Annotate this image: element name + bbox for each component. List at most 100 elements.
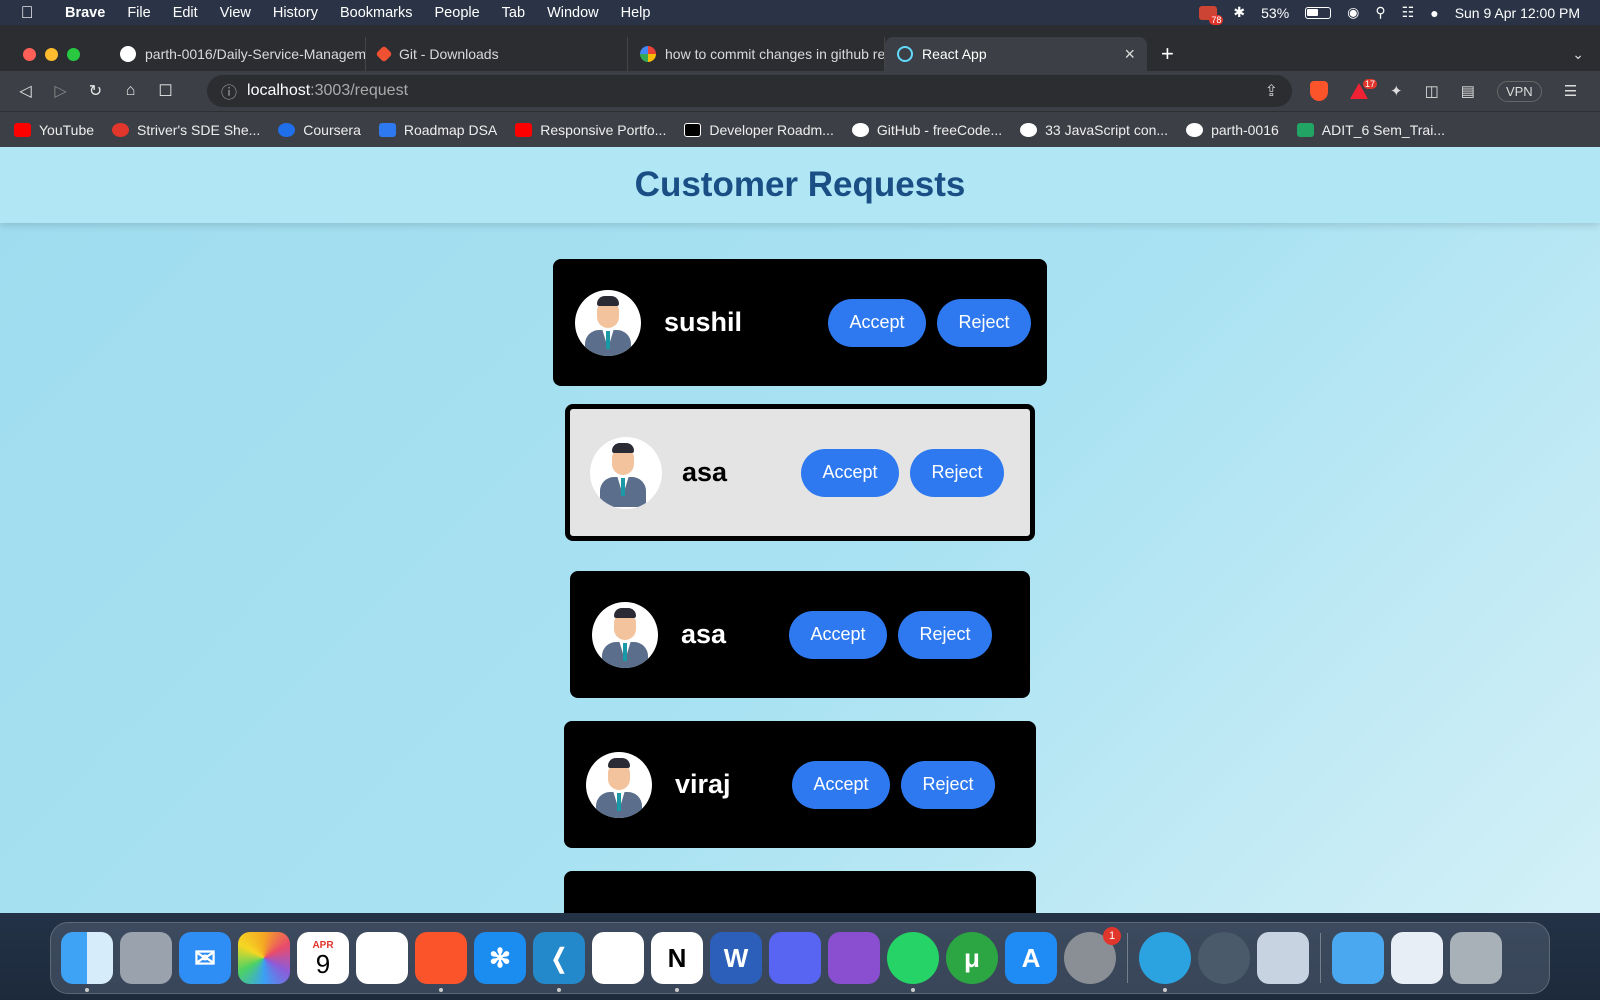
menu-window[interactable]: Window — [536, 5, 610, 21]
forward-button[interactable]: ▷ — [43, 81, 78, 101]
window-controls — [23, 47, 80, 61]
preview-icon[interactable] — [1257, 932, 1309, 984]
photos-icon[interactable] — [238, 932, 290, 984]
reject-button[interactable]: Reject — [937, 298, 1031, 347]
bookmark-responsive-portfolio[interactable]: Responsive Portfo... — [515, 122, 666, 138]
address-bar[interactable]: ⓘ localhost :3003/request ⇪ — [207, 75, 1292, 107]
request-card-highlighted: asa Accept Reject — [565, 404, 1035, 541]
git-icon — [375, 45, 393, 63]
whatsapp-icon[interactable] — [887, 932, 939, 992]
status-app-icon[interactable]: 78 — [1199, 5, 1224, 25]
apple-menu-icon[interactable]:  — [0, 3, 54, 23]
bookmark-developer-roadmap[interactable]: Developer Roadm... — [684, 122, 834, 138]
bookmark-label: YouTube — [39, 121, 95, 138]
mail-icon[interactable]: ✉ — [179, 932, 231, 984]
bluetooth-icon[interactable]: ✱ — [1233, 4, 1245, 21]
github-icon — [1020, 122, 1038, 137]
bookmark-page-button[interactable]: ☐ — [148, 81, 183, 101]
reload-button[interactable]: ↻ — [78, 81, 113, 101]
bookmark-striver[interactable]: Striver's SDE She... — [112, 122, 260, 138]
vpn-button[interactable]: VPN — [1496, 80, 1542, 102]
quicktime-icon[interactable] — [1198, 932, 1250, 984]
bookmark-github-freecodecamp[interactable]: GitHub - freeCode... — [851, 122, 1002, 138]
menu-app-name[interactable]: Brave — [54, 5, 116, 21]
accept-button[interactable]: Accept — [828, 298, 926, 347]
brave-rewards-icon[interactable]: 17 — [1350, 79, 1378, 99]
menu-view[interactable]: View — [209, 5, 262, 21]
youtube-icon — [14, 122, 31, 137]
minimize-window-button[interactable] — [45, 47, 58, 61]
reminders-icon[interactable] — [356, 932, 408, 984]
control-center-icon[interactable]: ☷ — [1402, 4, 1415, 21]
telegram-icon[interactable] — [1139, 932, 1191, 992]
menu-tab[interactable]: Tab — [491, 5, 536, 21]
calendar-icon[interactable]: APR 9 — [297, 932, 349, 984]
app-store-icon[interactable]: A — [1005, 932, 1057, 984]
zoom-window-button[interactable] — [67, 47, 80, 61]
siri-icon[interactable]: ● — [1430, 5, 1438, 21]
safari-icon[interactable]: ✻ — [474, 932, 526, 984]
menu-bookmarks[interactable]: Bookmarks — [329, 5, 424, 21]
bookmark-adit-6-sem[interactable]: ADIT_6 Sem_Trai... — [1296, 122, 1445, 138]
bookmark-youtube[interactable]: YouTube — [14, 122, 94, 138]
reject-button[interactable]: Reject — [898, 610, 992, 659]
reject-button[interactable]: Reject — [910, 448, 1004, 497]
bookmark-parth-0016[interactable]: parth-0016 — [1186, 122, 1279, 138]
accept-button[interactable]: Accept — [792, 760, 890, 809]
bookmark-roadmap-dsa[interactable]: Roadmap DSA — [378, 122, 497, 138]
menu-file[interactable]: File — [116, 5, 161, 21]
accept-button[interactable]: Accept — [789, 610, 887, 659]
page-title: Customer Requests — [634, 165, 966, 204]
request-card: sushil Accept Reject — [553, 259, 1047, 386]
downloads-folder-icon[interactable] — [1332, 932, 1384, 984]
sidebar-icon[interactable]: ◫ — [1425, 82, 1439, 100]
menu-help[interactable]: Help — [610, 5, 662, 21]
trash-icon[interactable] — [1450, 932, 1502, 984]
tab-google-search[interactable]: how to commit changes in github re — [628, 37, 885, 71]
word-icon[interactable]: W — [710, 932, 762, 984]
back-button[interactable]: ◁ — [8, 81, 43, 101]
vscode-icon[interactable]: ❬ — [533, 932, 585, 992]
finder-icon[interactable] — [61, 932, 113, 992]
launchpad-icon[interactable] — [120, 932, 172, 984]
battery-icon[interactable] — [1305, 6, 1332, 19]
system-settings-icon[interactable]: 1 — [1064, 927, 1121, 984]
customer-name: asa — [681, 619, 727, 649]
macos-menubar:  Brave File Edit View History Bookmarks… — [0, 0, 1600, 25]
bookmark-33-js-concepts[interactable]: 33 JavaScript con... — [1020, 122, 1168, 138]
menu-people[interactable]: People — [424, 5, 491, 21]
site-info-icon[interactable]: ⓘ — [221, 79, 237, 103]
brave-icon[interactable] — [415, 932, 467, 992]
spotlight-icon[interactable]: ⚲ — [1375, 4, 1385, 21]
menu-hamburger-icon[interactable]: ☰ — [1564, 82, 1577, 100]
new-tab-button[interactable]: + — [1161, 41, 1174, 67]
wallet-icon[interactable]: ▤ — [1461, 82, 1475, 100]
accept-button[interactable]: Accept — [801, 448, 899, 497]
bookmark-coursera[interactable]: Coursera — [278, 122, 361, 138]
dock-separator — [1320, 933, 1321, 983]
tab-react-app[interactable]: React App × — [885, 37, 1147, 71]
utorrent-icon[interactable]: μ — [946, 932, 998, 984]
menu-history[interactable]: History — [262, 5, 329, 21]
github-icon — [1186, 122, 1204, 137]
discord-icon[interactable] — [769, 932, 821, 984]
tab-github[interactable]: parth-0016/Daily-Service-Managem — [108, 37, 366, 71]
extensions-icon[interactable]: ✦ — [1390, 82, 1403, 100]
sheets-icon — [1296, 122, 1314, 137]
mongodb-icon[interactable] — [592, 932, 644, 984]
tab-search-chevron-icon[interactable]: ⌄ — [1572, 46, 1584, 63]
share-icon[interactable]: ⇪ — [1265, 81, 1278, 101]
menu-edit[interactable]: Edit — [162, 5, 209, 21]
reject-button[interactable]: Reject — [901, 760, 995, 809]
documents-stack-icon[interactable] — [1391, 932, 1443, 984]
close-window-button[interactable] — [23, 47, 36, 61]
clock[interactable]: Sun 9 Apr 12:00 PM — [1455, 5, 1580, 21]
avatar — [575, 289, 641, 356]
wifi-icon[interactable]: ◉ — [1347, 4, 1359, 21]
home-button[interactable]: ⌂ — [113, 82, 148, 100]
brave-shields-icon[interactable] — [1310, 81, 1328, 101]
notion-icon[interactable]: N — [651, 932, 703, 992]
github-desktop-icon[interactable] — [828, 932, 880, 984]
tab-git-downloads[interactable]: Git - Downloads — [366, 37, 628, 71]
close-tab-icon[interactable]: × — [1124, 44, 1135, 65]
